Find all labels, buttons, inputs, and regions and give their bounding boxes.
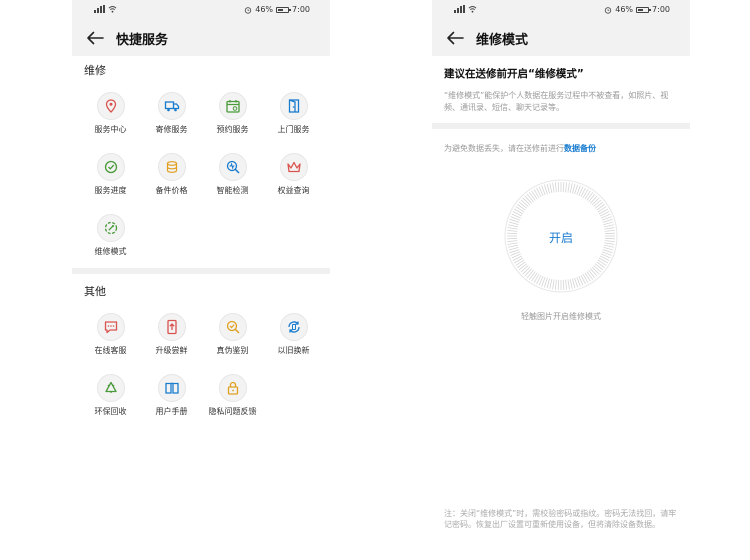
section-label-repair: 维修 — [84, 64, 106, 77]
signal-icon — [94, 5, 105, 13]
detect-icon — [218, 153, 247, 181]
trade-in-tile[interactable]: 以旧换新 — [263, 311, 324, 372]
authenticity-icon — [218, 313, 247, 341]
repair-services-grid: 服务中心 寄修服务 预约服务 上门服务 服务进度 备件价格 智能检测 权益查询 — [80, 90, 324, 273]
back-arrow-icon[interactable] — [86, 31, 104, 45]
tile-label: 服务中心 — [94, 125, 127, 134]
wifi-icon — [468, 6, 477, 13]
benefits-query-tile[interactable]: 权益查询 — [263, 151, 324, 212]
parts-price-tile[interactable]: 备件价格 — [141, 151, 202, 212]
tap-hint: 轻触图片开启维修模式 — [521, 312, 601, 321]
enable-repair-mode-button[interactable]: 开启 — [503, 178, 619, 294]
battery-icon — [636, 6, 652, 13]
page-title: 快捷服务 — [116, 32, 169, 48]
repair-mode-icon — [96, 214, 125, 242]
wifi-icon — [108, 6, 117, 13]
coins-icon — [157, 153, 186, 181]
tile-label: 环保回收 — [94, 407, 127, 416]
user-manual-tile[interactable]: 用户手册 — [141, 372, 202, 433]
page-title: 维修模式 — [476, 32, 529, 48]
section-label-other: 其他 — [84, 285, 106, 298]
service-center-tile[interactable]: 服务中心 — [80, 90, 141, 151]
appointment-tile[interactable]: 预约服务 — [202, 90, 263, 151]
title-bar: 快捷服务 — [72, 20, 330, 56]
on-site-service-tile[interactable]: 上门服务 — [263, 90, 324, 151]
tile-label: 备件价格 — [155, 186, 188, 195]
online-support-tile[interactable]: 在线客服 — [80, 311, 141, 372]
title-bar: 维修模式 — [432, 20, 690, 56]
recycle-icon — [96, 374, 125, 402]
tile-label: 服务进度 — [94, 186, 127, 195]
tile-label: 维修模式 — [94, 247, 127, 256]
tile-label: 智能检测 — [216, 186, 249, 195]
tile-label: 用户手册 — [155, 407, 188, 416]
trade-in-icon — [279, 313, 308, 341]
smart-detection-tile[interactable]: 智能检测 — [202, 151, 263, 212]
other-services-grid: 在线客服 升级尝鲜 真伪鉴别 以旧换新 环保回收 用户手册 隐私问题反馈 — [80, 311, 324, 433]
crown-icon — [279, 153, 308, 181]
status-time: 7:00 — [292, 5, 310, 14]
quick-services-screen: 46% 7:00 快捷服务 维修 服务中心 寄修服务 预约服务 上门服务 服务进… — [72, 0, 330, 560]
lock-icon — [218, 374, 247, 402]
enable-label: 开启 — [548, 231, 573, 245]
back-arrow-icon[interactable] — [446, 31, 464, 45]
backup-reminder: 为避免数据丢失，请在送修前进行数据备份 — [444, 143, 596, 154]
location-pin-icon — [96, 92, 125, 120]
tile-label: 上门服务 — [277, 125, 310, 134]
authenticity-tile[interactable]: 真伪鉴别 — [202, 311, 263, 372]
battery-percent: 46% — [255, 5, 274, 14]
alarm-icon — [605, 6, 612, 14]
tile-label: 隐私问题反馈 — [208, 407, 257, 416]
section-divider — [432, 123, 690, 129]
book-icon — [157, 374, 186, 402]
tile-label: 寄修服务 — [155, 125, 188, 134]
tile-label: 真伪鉴别 — [216, 346, 249, 355]
backup-reminder-text: 为避免数据丢失，请在送修前进行 — [444, 144, 564, 153]
status-bar: 46% 7:00 — [432, 0, 690, 20]
data-backup-link[interactable]: 数据备份 — [564, 144, 596, 153]
truck-icon — [157, 92, 186, 120]
tile-label: 以旧换新 — [277, 346, 310, 355]
chat-icon — [96, 313, 125, 341]
tile-label: 权益查询 — [277, 186, 310, 195]
tile-label: 在线客服 — [94, 346, 127, 355]
repair-mode-screen: 46% 7:00 维修模式 建议在送修前开启“维修模式” “维修模式”能保护个人… — [432, 0, 690, 560]
progress-icon — [96, 153, 125, 181]
upgrade-icon — [157, 313, 186, 341]
tile-label: 升级尝鲜 — [155, 346, 188, 355]
calendar-icon — [218, 92, 247, 120]
status-time: 7:00 — [652, 5, 670, 14]
upgrade-tile[interactable]: 升级尝鲜 — [141, 311, 202, 372]
battery-icon — [276, 6, 292, 13]
repair-mode-tile[interactable]: 维修模式 — [80, 212, 141, 273]
tile-label: 预约服务 — [216, 125, 249, 134]
repair-mode-description: “维修模式”能保护个人数据在服务过程中不被查看，如照片、视频、通讯录、短信、聊天… — [444, 91, 669, 112]
signal-icon — [454, 5, 465, 13]
privacy-feedback-tile[interactable]: 隐私问题反馈 — [202, 372, 263, 433]
repair-mode-heading: 建议在送修前开启“维修模式” — [444, 68, 584, 80]
door-icon — [279, 92, 308, 120]
mail-in-repair-tile[interactable]: 寄修服务 — [141, 90, 202, 151]
service-progress-tile[interactable]: 服务进度 — [80, 151, 141, 212]
alarm-icon — [245, 6, 252, 14]
section-divider — [72, 268, 330, 274]
recycling-tile[interactable]: 环保回收 — [80, 372, 141, 433]
battery-percent: 46% — [615, 5, 634, 14]
repair-mode-note: 注：关闭“维修模式”时，需校验密码或指纹。密码无法找回，请牢记密码。恢复出厂设置… — [444, 509, 677, 529]
status-bar: 46% 7:00 — [72, 0, 330, 20]
